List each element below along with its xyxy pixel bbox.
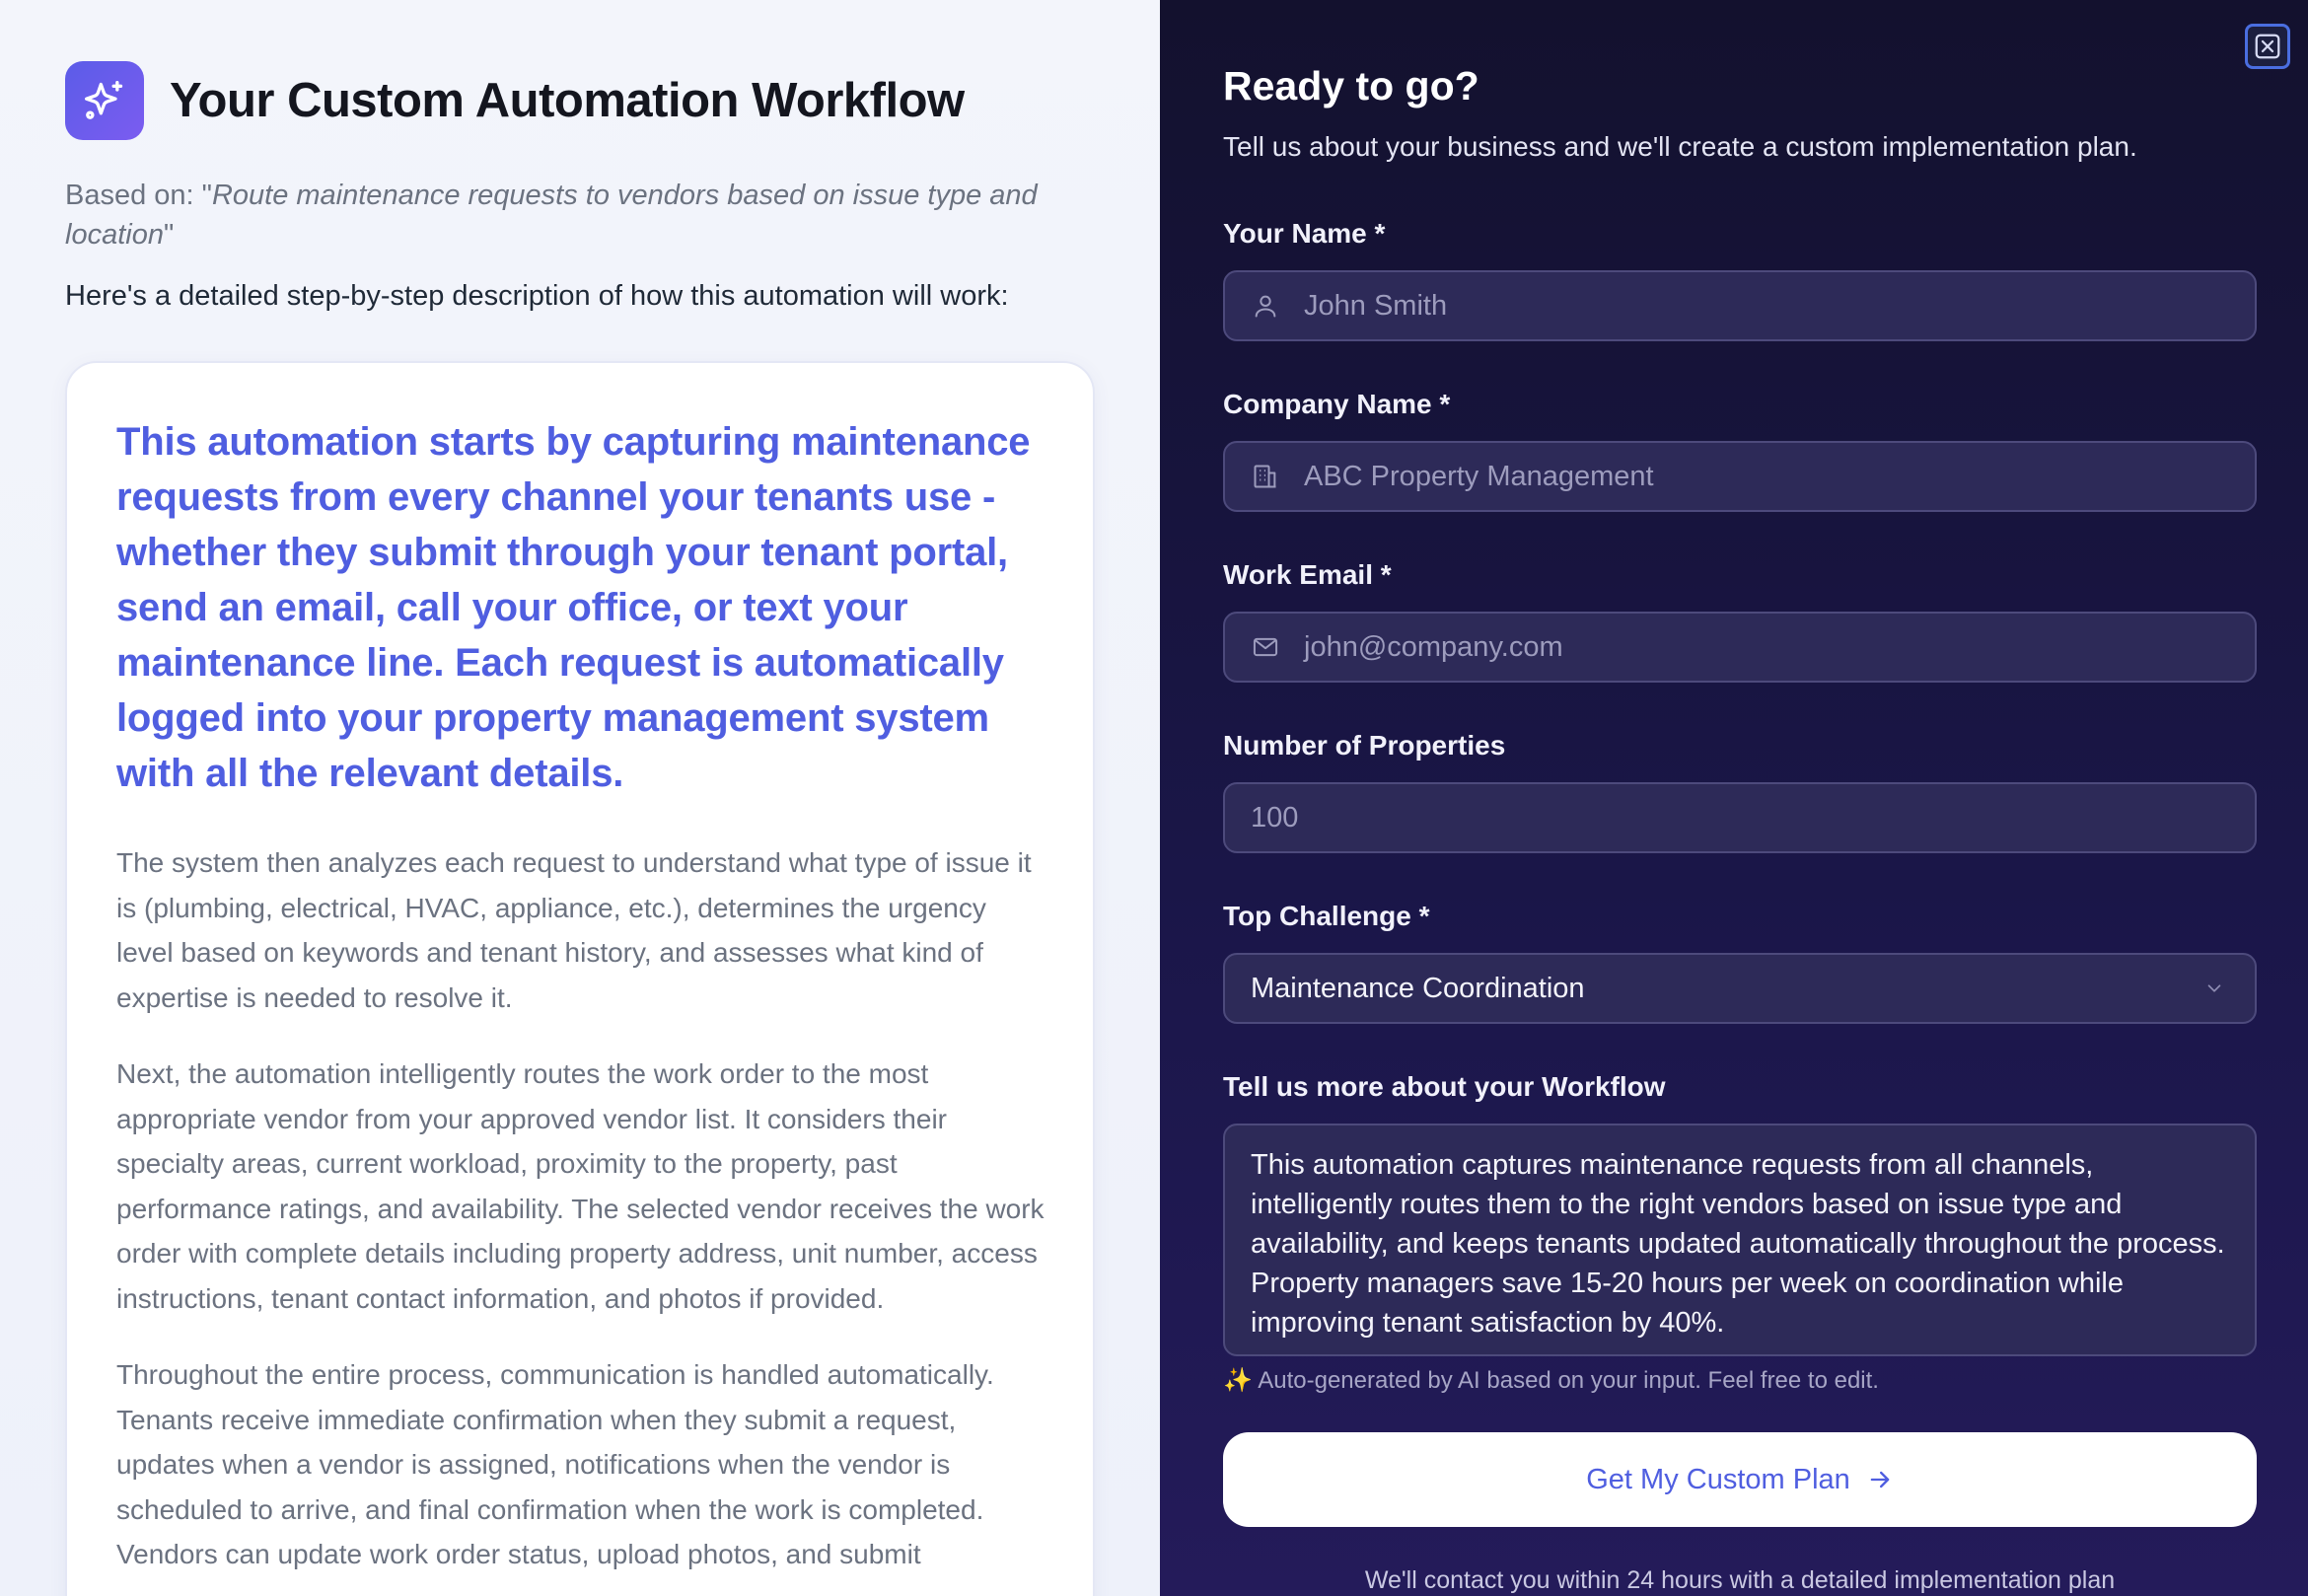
email-label: Work Email * (1223, 559, 1392, 590)
get-custom-plan-button[interactable]: Get My Custom Plan (1223, 1432, 2257, 1527)
properties-field[interactable]: 100 (1223, 782, 2257, 853)
chevron-down-icon (2200, 974, 2229, 1003)
workflow-textarea[interactable]: This automation captures maintenance req… (1223, 1124, 2257, 1356)
sparkles-icon (65, 61, 144, 140)
ai-hint: ✨ Auto-generated by AI based on your inp… (1223, 1367, 1879, 1394)
name-label: Your Name * (1223, 218, 1386, 249)
company-field[interactable]: ABC Property Management (1223, 441, 2257, 512)
email-field[interactable]: john@company.com (1223, 612, 2257, 683)
based-on-prefix: Based on: " (65, 180, 212, 211)
close-button[interactable] (2245, 24, 2290, 69)
close-icon (2255, 34, 2280, 59)
description-paragraph: Throughout the entire process, communica… (116, 1359, 994, 1569)
workflow-label: Tell us more about your Workflow (1223, 1071, 1666, 1102)
company-placeholder: ABC Property Management (1304, 460, 1654, 492)
based-on-suffix: " (163, 219, 175, 251)
challenge-label: Top Challenge * (1223, 901, 1430, 931)
panel-header: Your Custom Automation Workflow (65, 61, 1095, 140)
name-field[interactable]: John Smith (1223, 270, 2257, 341)
description-paragraph: The system then analyzes each request to… (116, 847, 1032, 1013)
lead-paragraph: This automation starts by capturing main… (116, 420, 1031, 795)
intro-text: Here's a detailed step-by-step descripti… (65, 280, 1009, 312)
company-label: Company Name * (1223, 389, 1451, 419)
form-subtitle: Tell us about your business and we'll cr… (1223, 131, 2137, 162)
building-icon (1251, 462, 1280, 491)
description-paragraph: Next, the automation intelligently route… (116, 1058, 1045, 1314)
workflow-description-panel: Your Custom Automation Workflow Based on… (0, 0, 1160, 1596)
based-on-text: Based on: "Route maintenance requests to… (65, 176, 1095, 254)
form-title: Ready to go? (1223, 63, 1479, 109)
mail-icon (1251, 632, 1280, 662)
properties-label: Number of Properties (1223, 730, 1506, 761)
challenge-selected-value: Maintenance Coordination (1251, 972, 1585, 1004)
page-title: Your Custom Automation Workflow (170, 74, 965, 127)
lead-form-panel: Ready to go? Tell us about your business… (1160, 0, 2308, 1596)
workflow-modal: Your Custom Automation Workflow Based on… (0, 0, 2308, 1596)
submit-label: Get My Custom Plan (1586, 1463, 1850, 1495)
arrow-right-icon (1870, 1471, 1890, 1488)
description-card: This automation starts by capturing main… (65, 361, 1095, 1596)
contact-note: We'll contact you within 24 hours with a… (1364, 1566, 2116, 1594)
email-placeholder: john@company.com (1304, 630, 1563, 663)
user-icon (1251, 291, 1280, 321)
challenge-select[interactable]: Maintenance Coordination (1223, 953, 2257, 1024)
name-placeholder: John Smith (1304, 289, 1448, 322)
properties-placeholder: 100 (1251, 801, 1299, 834)
